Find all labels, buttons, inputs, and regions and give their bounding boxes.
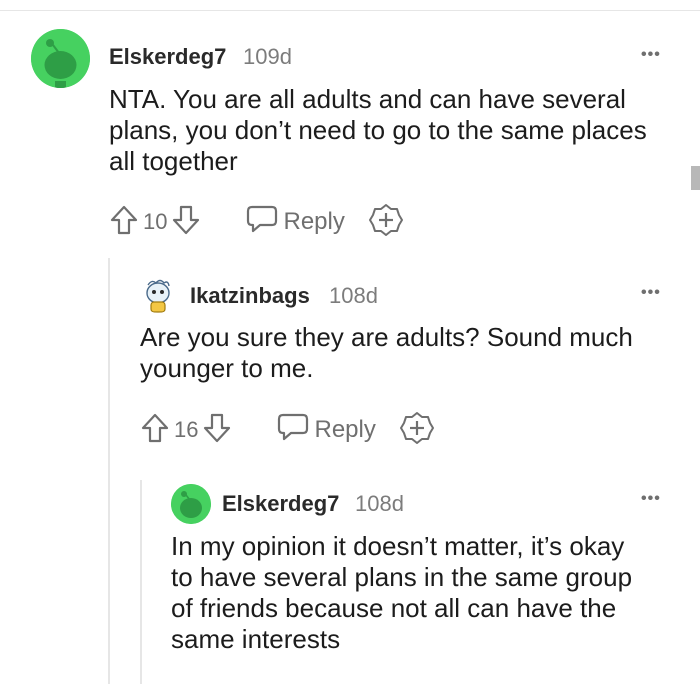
comment-age: 108d: [355, 491, 404, 516]
comment: Elskerdeg7 108d ••• In my opinion it doe…: [0, 0, 700, 684]
comment-line: same interests: [171, 624, 341, 654]
comment-body: In my opinion it doesn’t matter, it’s ok…: [171, 531, 632, 655]
comment-line: In my opinion it doesn’t matter, it’s ok…: [171, 531, 625, 561]
username[interactable]: Elskerdeg7: [222, 491, 339, 517]
comment-line: to have several plans in the same group: [171, 562, 633, 592]
avatar[interactable]: [171, 484, 211, 524]
more-options-icon[interactable]: •••: [641, 490, 661, 508]
snoo-avatar-icon: [171, 484, 211, 524]
comment-line: of friends because not all can have the: [171, 593, 617, 623]
